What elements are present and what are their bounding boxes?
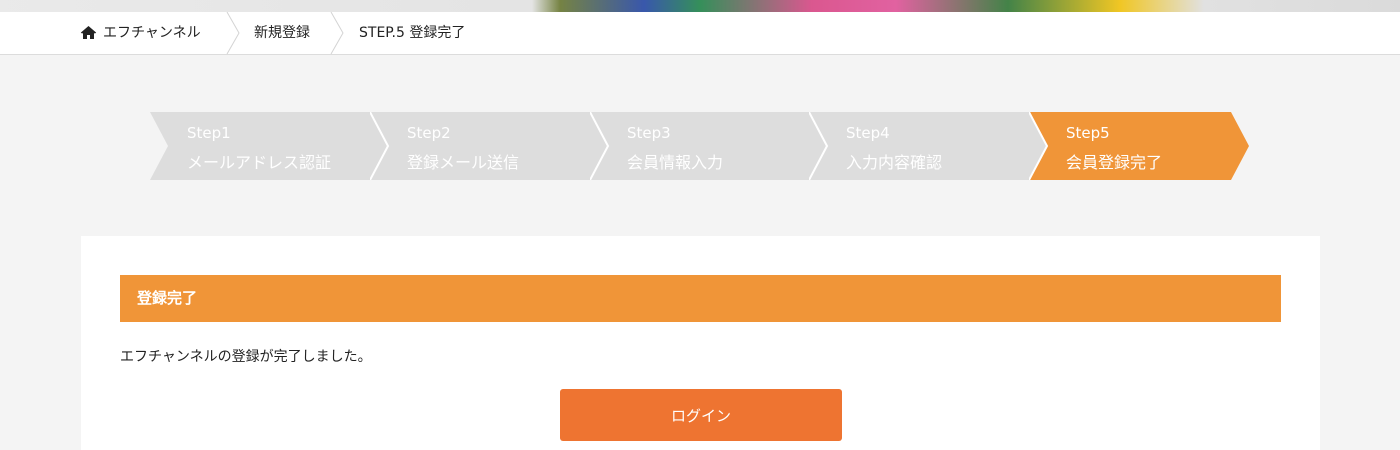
completion-message: エフチャンネルの登録が完了しました。 — [120, 349, 372, 365]
step-progress: Step1 メールアドレス認証 Step2 登録メール送信 Step3 会員情報… — [150, 112, 1250, 180]
step-3: Step3 会員情報入力 — [590, 112, 828, 180]
breadcrumb-current: STEP.5 登録完了 — [359, 25, 466, 41]
step-label: 会員登録完了 — [1066, 153, 1163, 172]
chevron-right-icon — [330, 12, 344, 54]
step-number: Step3 — [627, 124, 671, 142]
step-number: Step1 — [187, 124, 231, 142]
step-label: 入力内容確認 — [846, 153, 943, 172]
content-card: 登録完了 エフチャンネルの登録が完了しました。 ログイン — [81, 236, 1320, 450]
step-number: Step5 — [1066, 124, 1110, 142]
step-label: メールアドレス認証 — [187, 153, 332, 172]
step-label: 登録メール送信 — [407, 153, 520, 172]
step-1: Step1 メールアドレス認証 — [150, 112, 388, 180]
breadcrumb-home-link[interactable]: エフチャンネル — [80, 12, 201, 54]
step-label: 会員情報入力 — [627, 153, 724, 172]
breadcrumb-register-label: 新規登録 — [254, 25, 310, 41]
breadcrumb-register-link[interactable]: 新規登録 — [254, 12, 310, 54]
hero-image-strip — [0, 0, 1400, 12]
home-icon — [80, 26, 97, 39]
breadcrumb: エフチャンネル 新規登録 STEP.5 登録完了 — [0, 12, 1400, 55]
step-number: Step2 — [407, 124, 451, 142]
login-button[interactable]: ログイン — [560, 389, 842, 441]
chevron-right-icon — [226, 12, 240, 54]
breadcrumb-home-label: エフチャンネル — [103, 25, 201, 41]
step-4: Step4 入力内容確認 — [809, 112, 1047, 180]
step-number: Step4 — [846, 124, 890, 142]
step-5-active: Step5 会員登録完了 — [1029, 112, 1249, 180]
step-2: Step2 登録メール送信 — [370, 112, 608, 180]
section-title: 登録完了 — [120, 275, 1281, 322]
